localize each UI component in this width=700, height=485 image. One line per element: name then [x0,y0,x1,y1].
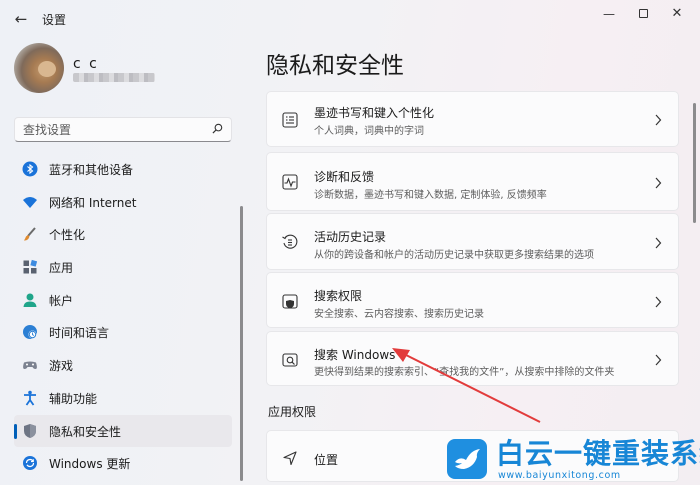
card-search-permissions[interactable]: 搜索权限 安全搜索、云内容搜索、搜索历史记录 [266,272,679,328]
search-box[interactable] [14,117,232,142]
user-email-obscured [73,73,155,82]
sidebar-item-personalization[interactable]: 个性化 [14,218,232,251]
gamepad-icon [23,361,37,370]
sidebar-item-label: 网络和 Internet [49,195,137,210]
diagnostics-icon [282,174,298,190]
card-diagnostics-feedback[interactable]: 诊断和反馈 诊断数据，墨迹书写和键入数据, 定制体验, 反馈频率 [266,152,679,211]
card-desc: 个人词典，词典中的字词 [314,126,424,137]
watermark: 白云一键重装系统 www.baiyunxitong.com [446,437,700,483]
history-icon [282,234,298,249]
section-header-app-permissions: 应用权限 [268,405,317,419]
chevron-right-icon [655,354,662,366]
sidebar-item-gaming[interactable]: 游戏 [14,349,232,382]
chevron-right-icon [655,114,662,126]
update-icon [23,456,37,471]
globe-clock-icon [23,325,37,340]
shield-icon [24,423,36,438]
title-bar: ← 设置 — ✕ [0,0,700,36]
sidebar-item-label: 隐私和安全性 [49,424,122,439]
annotation-arrow [392,348,541,423]
avatar[interactable] [14,43,64,93]
location-icon [283,451,297,466]
search-input[interactable] [23,122,203,138]
sidebar-item-label: 应用 [49,261,74,276]
search-icon[interactable] [212,123,223,134]
maximize-button[interactable] [628,6,658,22]
sidebar-item-accounts[interactable]: 帐户 [14,284,232,317]
sidebar-item-network[interactable]: 网络和 Internet [14,186,232,219]
bird-logo-icon [447,439,487,479]
chevron-right-icon [655,237,662,249]
close-button[interactable]: ✕ [662,6,692,22]
page-title: 隐私和安全性 [266,53,404,79]
search-shield-icon [282,294,298,309]
chevron-right-icon [655,177,662,189]
account-icon [23,293,37,307]
card-title: 墨迹书写和键入个性化 [314,106,435,120]
card-title: 位置 [314,453,339,467]
card-title: 活动历史记录 [314,230,387,244]
sidebar-item-privacy-security[interactable]: 隐私和安全性 [14,414,232,448]
sidebar-item-label: 帐户 [49,293,74,308]
sidebar-item-windows-update[interactable]: Windows 更新 [14,447,232,480]
sidebar-item-time-language[interactable]: 时间和语言 [14,316,232,349]
sidebar-item-label: 个性化 [49,228,86,243]
watermark-url: www.baiyunxitong.com [498,470,621,481]
sidebar-item-label: 蓝牙和其他设备 [49,163,134,177]
window-title: 设置 [42,13,67,27]
sidebar-item-bluetooth[interactable]: 蓝牙和其他设备 [14,153,232,186]
bluetooth-icon [22,161,38,177]
sidebar-item-label: 游戏 [49,359,74,374]
brush-icon [24,227,36,241]
sidebar-item-apps[interactable]: 应用 [14,251,232,284]
sidebar-scrollbar[interactable] [240,206,243,481]
sidebar-item-label: Windows 更新 [49,457,131,472]
card-title: 搜索权限 [314,289,363,303]
main-scrollbar[interactable] [693,103,696,223]
sidebar-item-label: 时间和语言 [49,326,110,341]
sidebar-item-label: 辅助功能 [49,391,98,406]
apps-icon [23,259,38,274]
wifi-icon [23,196,37,208]
user-name: c c [73,56,99,72]
sidebar-item-accessibility[interactable]: 辅助功能 [14,382,232,415]
card-desc: 诊断数据，墨迹书写和键入数据, 定制体验, 反馈频率 [314,190,547,201]
chevron-right-icon [655,296,662,308]
card-title: 诊断和反馈 [314,170,375,184]
card-desc: 安全搜索、云内容搜索、搜索历史记录 [314,309,484,320]
watermark-title: 白云一键重装系统 [496,437,700,470]
accessibility-icon [24,390,36,406]
notebook-icon [282,112,298,128]
card-desc: 从你的跨设备和帐户的活动历史记录中获取更多搜索结果的选项 [314,250,594,261]
back-arrow-icon[interactable]: ← [12,10,30,28]
sidebar-nav: 蓝牙和其他设备 网络和 Internet 个性化 应用 帐户 时间和语言 游戏 … [14,153,232,480]
minimize-button[interactable]: — [594,6,624,22]
search-windows-icon [282,353,298,367]
maximize-icon [638,9,648,18]
card-activity-history[interactable]: 活动历史记录 从你的跨设备和帐户的活动历史记录中获取更多搜索结果的选项 [266,213,679,270]
card-inking-typing[interactable]: 墨迹书写和键入个性化 个人词典，词典中的字词 [266,91,679,147]
